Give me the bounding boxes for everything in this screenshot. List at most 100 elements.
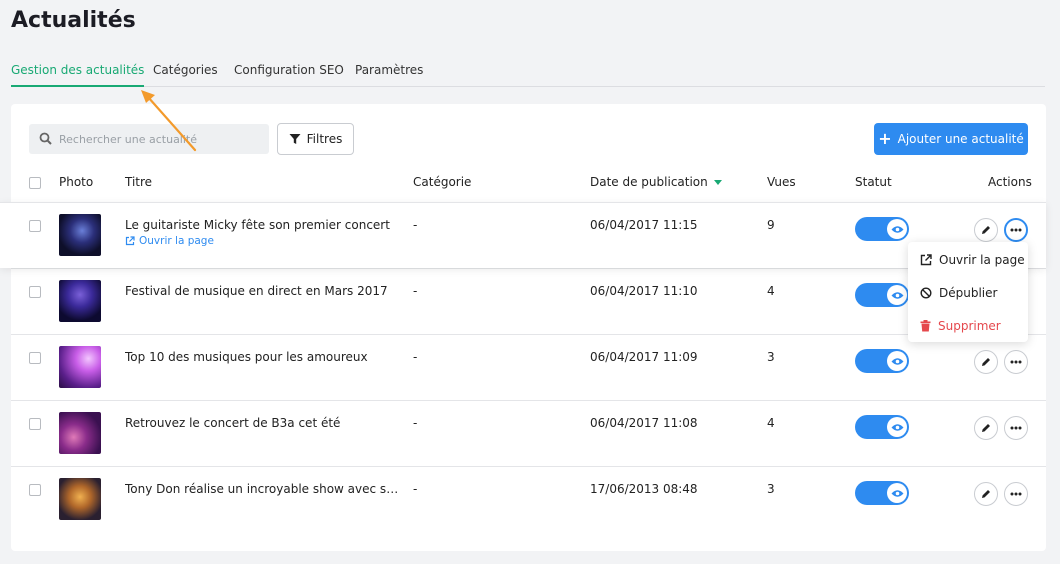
eye-icon bbox=[891, 489, 903, 497]
status-toggle[interactable] bbox=[855, 217, 909, 241]
table-row[interactable]: Tony Don réalise un incroyable show avec… bbox=[11, 466, 1046, 532]
table-row[interactable]: Retrouvez le concert de B3a cet été - 06… bbox=[11, 400, 1046, 466]
news-views: 3 bbox=[767, 350, 775, 364]
news-category: - bbox=[413, 416, 418, 430]
more-actions-button[interactable] bbox=[1004, 482, 1028, 506]
row-checkbox[interactable] bbox=[29, 418, 41, 430]
row-actions-menu: Ouvrir la page Dépublier Supprimer bbox=[908, 242, 1028, 342]
status-toggle[interactable] bbox=[855, 283, 909, 307]
filter-button[interactable]: Filtres bbox=[277, 123, 354, 155]
more-actions-button[interactable] bbox=[1004, 218, 1028, 242]
news-date: 06/04/2017 11:08 bbox=[590, 416, 698, 430]
header-status: Statut bbox=[855, 175, 892, 189]
eye-icon bbox=[891, 225, 903, 233]
toggle-knob bbox=[887, 219, 907, 239]
status-toggle[interactable] bbox=[855, 349, 909, 373]
eye-icon bbox=[891, 291, 903, 299]
search-icon bbox=[39, 132, 52, 145]
add-news-label: Ajouter une actualité bbox=[897, 132, 1024, 146]
tab-gestion-actualites[interactable]: Gestion des actualités bbox=[11, 56, 145, 87]
edit-button[interactable] bbox=[974, 218, 998, 242]
more-actions-button[interactable] bbox=[1004, 416, 1028, 440]
menu-item-open-page-label: Ouvrir la page bbox=[939, 253, 1025, 267]
filter-label: Filtres bbox=[306, 132, 343, 146]
more-dots-icon bbox=[1010, 228, 1022, 232]
news-category: - bbox=[413, 284, 418, 298]
header-photo: Photo bbox=[59, 175, 94, 189]
table-row[interactable]: Festival de musique en direct en Mars 20… bbox=[11, 268, 1046, 334]
more-dots-icon bbox=[1010, 426, 1022, 430]
header-category[interactable]: Catégorie bbox=[413, 175, 471, 189]
edit-button[interactable] bbox=[974, 482, 998, 506]
news-title[interactable]: Retrouvez le concert de B3a cet été bbox=[125, 416, 340, 430]
header-date[interactable]: Date de publication bbox=[590, 175, 722, 189]
news-date: 17/06/2013 08:48 bbox=[590, 482, 698, 496]
header-date-label: Date de publication bbox=[590, 175, 708, 189]
news-table-card: Filtres + Ajouter une actualité Photo Ti… bbox=[0, 104, 1046, 551]
open-page-link[interactable]: Ouvrir la page bbox=[125, 235, 214, 247]
news-views: 9 bbox=[767, 218, 775, 232]
add-news-button[interactable]: + Ajouter une actualité bbox=[874, 123, 1028, 155]
news-thumbnail bbox=[59, 214, 101, 256]
menu-item-open-page[interactable]: Ouvrir la page bbox=[920, 253, 1025, 267]
news-thumbnail bbox=[59, 412, 101, 454]
status-toggle[interactable] bbox=[855, 481, 909, 505]
select-all-checkbox[interactable] bbox=[29, 177, 41, 189]
menu-item-delete[interactable]: Supprimer bbox=[920, 319, 1001, 333]
table-row[interactable]: Le guitariste Micky fête son premier con… bbox=[0, 202, 1046, 268]
menu-item-unpublish-label: Dépublier bbox=[939, 286, 998, 300]
external-link-icon bbox=[125, 236, 135, 246]
news-views: 3 bbox=[767, 482, 775, 496]
row-checkbox[interactable] bbox=[29, 220, 41, 232]
news-title[interactable]: Top 10 des musiques pour les amoureux bbox=[125, 350, 368, 364]
toggle-knob bbox=[887, 351, 907, 371]
news-category: - bbox=[413, 218, 418, 232]
edit-button[interactable] bbox=[974, 350, 998, 374]
eye-icon bbox=[891, 423, 903, 431]
page-title: Actualités bbox=[11, 8, 136, 33]
row-checkbox[interactable] bbox=[29, 286, 41, 298]
more-actions-button[interactable] bbox=[1004, 350, 1028, 374]
tab-parametres[interactable]: Paramètres bbox=[355, 56, 423, 87]
more-dots-icon bbox=[1010, 492, 1022, 496]
tab-configuration-seo[interactable]: Configuration SEO bbox=[234, 56, 344, 87]
news-thumbnail bbox=[59, 280, 101, 322]
header-title[interactable]: Titre bbox=[125, 175, 152, 189]
menu-item-unpublish[interactable]: Dépublier bbox=[920, 286, 997, 300]
pencil-icon bbox=[982, 226, 990, 234]
pencil-icon bbox=[982, 424, 990, 432]
news-thumbnail bbox=[59, 478, 101, 520]
ban-icon bbox=[920, 287, 932, 299]
menu-item-delete-label: Supprimer bbox=[938, 319, 1001, 333]
news-date: 06/04/2017 11:10 bbox=[590, 284, 698, 298]
news-date: 06/04/2017 11:09 bbox=[590, 350, 698, 364]
eye-icon bbox=[891, 357, 903, 365]
news-views: 4 bbox=[767, 416, 775, 430]
edit-button[interactable] bbox=[974, 416, 998, 440]
toggle-knob bbox=[887, 285, 907, 305]
news-title[interactable]: Le guitariste Micky fête son premier con… bbox=[125, 218, 390, 232]
external-link-icon bbox=[920, 254, 932, 266]
header-views[interactable]: Vues bbox=[767, 175, 796, 189]
news-views: 4 bbox=[767, 284, 775, 298]
row-checkbox[interactable] bbox=[29, 484, 41, 496]
tab-categories[interactable]: Catégories bbox=[153, 56, 218, 87]
news-category: - bbox=[413, 350, 418, 364]
news-category: - bbox=[413, 482, 418, 496]
news-date: 06/04/2017 11:15 bbox=[590, 218, 698, 232]
trash-icon bbox=[920, 320, 931, 332]
annotation-arrow-icon bbox=[141, 90, 197, 152]
news-thumbnail bbox=[59, 346, 101, 388]
row-checkbox[interactable] bbox=[29, 352, 41, 364]
status-toggle[interactable] bbox=[855, 415, 909, 439]
toggle-knob bbox=[887, 417, 907, 437]
pencil-icon bbox=[982, 358, 990, 366]
news-title[interactable]: Festival de musique en direct en Mars 20… bbox=[125, 284, 388, 298]
tab-bar: Gestion des actualités Catégories Config… bbox=[11, 56, 1045, 87]
sort-desc-icon bbox=[713, 180, 722, 185]
table-row[interactable]: Top 10 des musiques pour les amoureux - … bbox=[11, 334, 1046, 400]
open-page-link-label: Ouvrir la page bbox=[139, 235, 214, 247]
pencil-icon bbox=[982, 490, 990, 498]
header-actions: Actions bbox=[988, 175, 1032, 189]
news-title[interactable]: Tony Don réalise un incroyable show avec… bbox=[125, 482, 400, 496]
